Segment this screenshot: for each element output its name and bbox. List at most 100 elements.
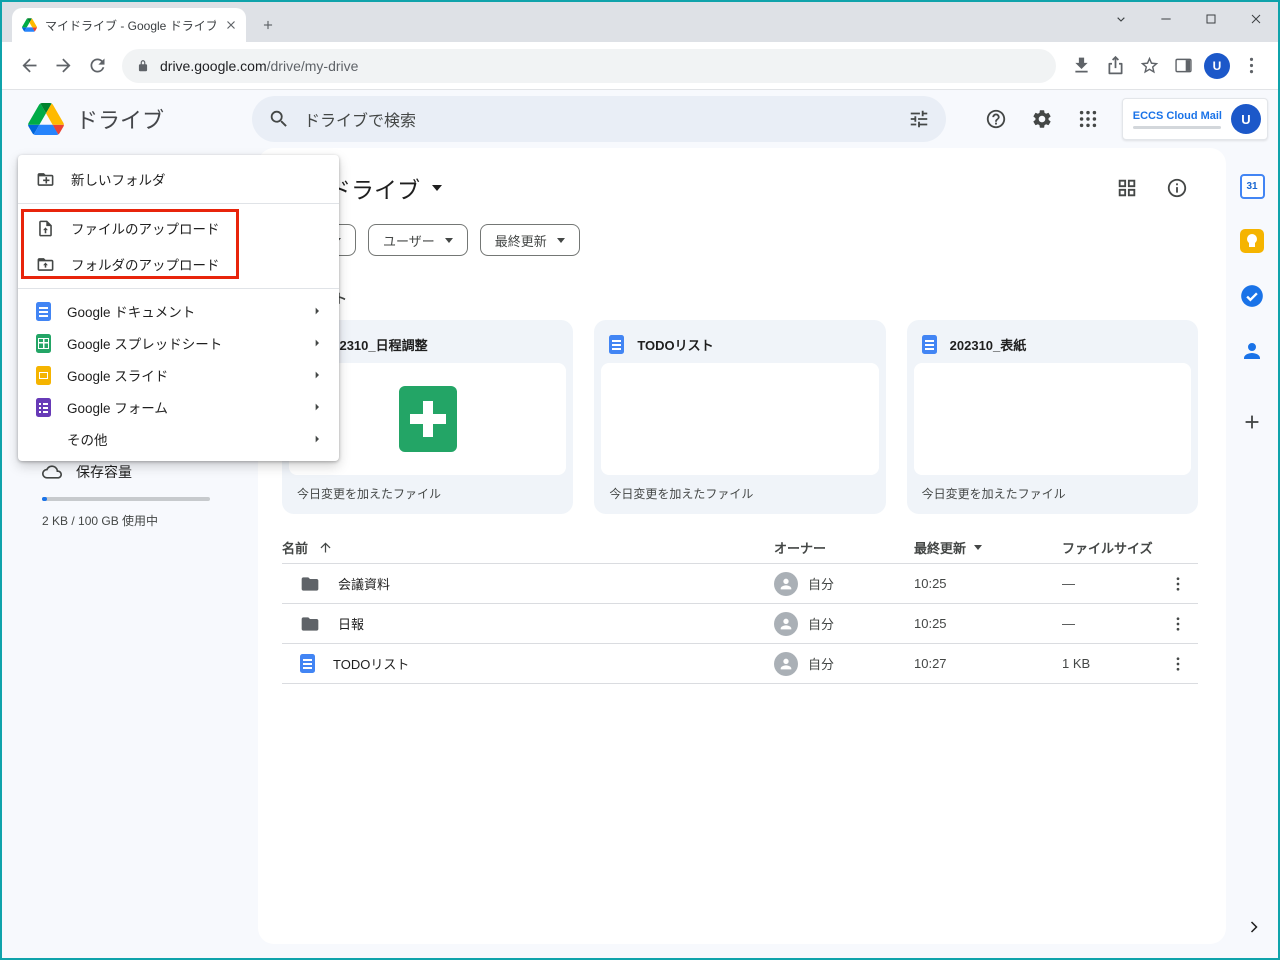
tab-close-icon[interactable] — [224, 18, 238, 32]
browser-tab[interactable]: マイドライブ - Google ドライブ — [12, 8, 246, 42]
eccs-label: ECCS Cloud Mail — [1132, 109, 1222, 122]
col-name[interactable]: 名前 — [282, 538, 774, 557]
card-title: TODOリスト — [637, 338, 714, 353]
submenu-arrow-icon — [315, 339, 319, 347]
menu-item-new-folder[interactable]: 新しいフォルダ — [18, 161, 339, 197]
owner-avatar — [774, 611, 798, 636]
minimize-icon[interactable] — [1143, 2, 1188, 36]
browser-titlebar: マイドライブ - Google ドライブ — [2, 2, 1278, 42]
col-owner[interactable]: オーナー — [774, 538, 914, 557]
person-icon — [780, 578, 792, 589]
menu-item-google-slides[interactable]: Google スライド — [18, 359, 339, 391]
eccs-badge[interactable]: ECCS Cloud Mail U — [1121, 98, 1268, 140]
search-placeholder: ドライブで検索 — [304, 113, 417, 130]
row-size: 1 KB — [1062, 656, 1091, 671]
storage-usage-text: 2 KB / 100 GB 使用中 — [42, 514, 159, 528]
account-avatar[interactable]: U — [1231, 104, 1261, 134]
col-owner-label: オーナー — [774, 541, 827, 556]
col-size[interactable]: ファイルサイズ — [1062, 538, 1158, 557]
card-title: 202310_日程調整 — [325, 338, 428, 353]
submenu-arrow-icon — [315, 371, 319, 379]
table-row[interactable]: 日報 自分 10:25 — — [282, 604, 1198, 644]
grid-view-icon[interactable] — [1116, 177, 1138, 199]
menu-item-file-upload[interactable]: ファイルのアップロード — [18, 210, 339, 246]
menu-item-label: Google フォーム — [67, 401, 168, 416]
row-modified: 10:27 — [914, 656, 947, 671]
menu-item-label: ファイルのアップロード — [71, 222, 220, 237]
window-chevron-icon[interactable] — [1098, 2, 1143, 36]
table-row[interactable]: TODOリスト 自分 10:27 1 KB — [282, 644, 1198, 684]
collapse-chevron-icon[interactable] — [1244, 917, 1264, 942]
card-header: TODOリスト — [601, 327, 878, 363]
row-owner: 自分 — [774, 611, 914, 636]
owner-avatar — [774, 571, 798, 596]
file-card[interactable]: 202310_表紙 今日変更を加えたファイル — [906, 320, 1198, 514]
folder-icon — [301, 576, 319, 591]
row-menu-icon[interactable] — [1158, 575, 1198, 593]
cloud-icon — [42, 465, 62, 479]
submenu-arrow-icon — [315, 435, 319, 443]
reload-icon[interactable] — [80, 49, 114, 83]
person-icon — [780, 618, 792, 629]
chip-people[interactable]: ユーザー — [368, 224, 468, 256]
keep-icon[interactable] — [1238, 227, 1266, 255]
header-actions: ECCS Cloud Mail U — [976, 98, 1278, 140]
suggested-cards: 202310_日程調整 今日変更を加えたファイル TODOリスト 今日変更を加え… — [282, 320, 1198, 514]
star-icon[interactable] — [1132, 49, 1166, 83]
row-menu-icon[interactable] — [1158, 655, 1198, 673]
new-tab-icon[interactable] — [254, 11, 282, 39]
plus-icon[interactable] — [1238, 408, 1266, 436]
google-docs-icon — [300, 654, 315, 673]
card-thumbnail — [601, 363, 879, 475]
drive-header: ドライブ ドライブで検索 ECCS Cloud Mail U — [2, 90, 1278, 148]
google-forms-icon — [36, 397, 51, 417]
maximize-icon[interactable] — [1188, 2, 1233, 36]
owner-name: 自分 — [808, 577, 835, 592]
row-menu-icon[interactable] — [1158, 615, 1198, 633]
menu-item-google-docs[interactable]: Google ドキュメント — [18, 295, 339, 327]
browser-avatar[interactable]: U — [1204, 52, 1230, 79]
card-reason: 今日変更を加えたファイル — [609, 487, 754, 501]
drive-logo-icon — [28, 103, 64, 135]
file-name: 会議資料 — [338, 577, 391, 592]
menu-item-google-forms[interactable]: Google フォーム — [18, 391, 339, 423]
storage-progress-fill — [42, 497, 47, 501]
menu-item-google-sheets[interactable]: Google スプレッドシート — [18, 327, 339, 359]
share-icon[interactable] — [1098, 49, 1132, 83]
menu-item-more[interactable]: その他 — [18, 423, 339, 455]
tasks-icon[interactable] — [1238, 282, 1266, 310]
chip-modified[interactable]: 最終更新 — [479, 224, 580, 256]
storage-row[interactable]: 保存容量 — [42, 462, 210, 482]
more-vert-icon[interactable] — [1234, 49, 1268, 83]
side-panel-icon[interactable] — [1166, 49, 1200, 83]
owner-name: 自分 — [808, 657, 835, 672]
col-modified[interactable]: 最終更新 — [914, 538, 1062, 557]
forward-icon[interactable] — [46, 49, 80, 83]
tune-icon[interactable] — [908, 108, 930, 130]
row-modified: 10:25 — [914, 576, 947, 591]
close-icon[interactable] — [1233, 2, 1278, 36]
google-sheets-thumb-icon — [398, 386, 457, 452]
submenu-arrow-icon — [315, 307, 319, 315]
info-icon[interactable] — [1166, 177, 1188, 199]
browser-navbar: drive.google.com/drive/my-drive U — [2, 42, 1278, 90]
help-icon[interactable] — [976, 99, 1016, 139]
menu-item-folder-upload[interactable]: フォルダのアップロード — [18, 246, 339, 282]
install-icon[interactable] — [1064, 49, 1098, 83]
apps-grid-icon[interactable] — [1068, 99, 1108, 139]
search-input[interactable]: ドライブで検索 — [252, 96, 946, 142]
contacts-icon[interactable] — [1238, 337, 1266, 365]
sort-up-icon — [320, 542, 331, 553]
caret-down-icon — [556, 237, 565, 243]
owner-name: 自分 — [808, 617, 835, 632]
gear-icon[interactable] — [1022, 99, 1062, 139]
file-card[interactable]: TODOリスト 今日変更を加えたファイル — [594, 320, 886, 514]
url-bar[interactable]: drive.google.com/drive/my-drive — [122, 48, 1056, 83]
lock-icon — [138, 59, 148, 71]
caret-down-icon — [444, 237, 453, 243]
table-row[interactable]: 会議資料 自分 10:25 — — [282, 564, 1198, 604]
back-icon[interactable] — [12, 49, 46, 83]
file-name: 日報 — [338, 617, 365, 632]
calendar-icon[interactable]: 31 — [1238, 172, 1266, 200]
drive-logo-area[interactable]: ドライブ — [2, 103, 252, 135]
